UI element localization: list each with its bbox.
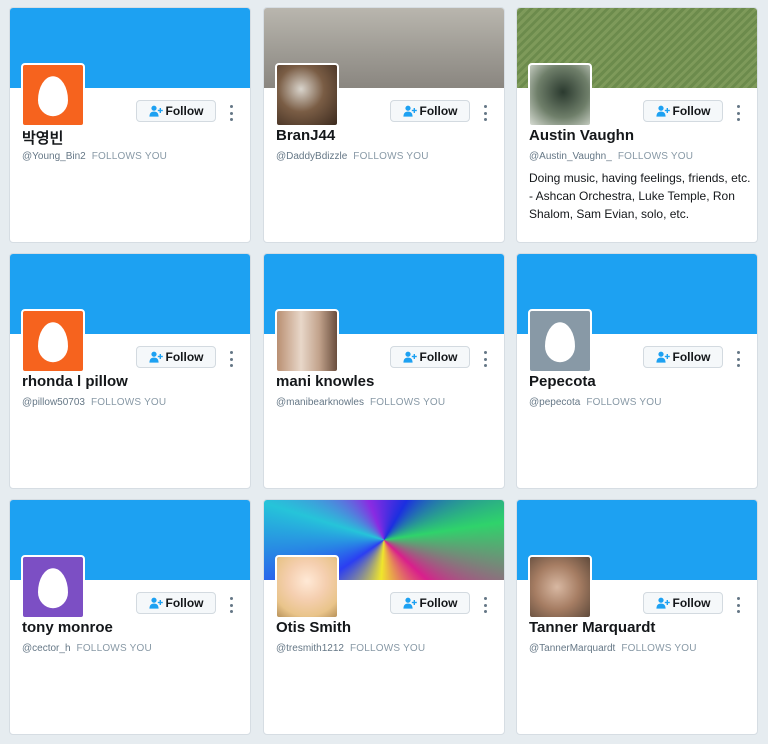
default-egg-icon bbox=[545, 322, 575, 363]
profile-avatar[interactable] bbox=[528, 309, 592, 373]
profile-avatar[interactable] bbox=[528, 63, 592, 127]
follow-person-plus-icon bbox=[148, 105, 163, 117]
profile-bio: Doing music, having feelings, friends, e… bbox=[529, 171, 751, 221]
profile-handle-line: @Young_Bin2 FOLLOWS YOU bbox=[22, 151, 167, 162]
profile-name[interactable]: Austin Vaughn bbox=[529, 127, 634, 144]
follow-person-plus-icon bbox=[148, 597, 163, 609]
profile-handle[interactable]: @DaddyBdizzle bbox=[276, 151, 347, 162]
profile-name[interactable]: BranJ44 bbox=[276, 127, 335, 144]
default-egg-icon bbox=[38, 322, 68, 363]
follows-you-badge: FOLLOWS YOU bbox=[369, 397, 446, 408]
more-options-icon[interactable] bbox=[735, 351, 741, 367]
more-options-icon[interactable] bbox=[228, 597, 234, 613]
default-egg-icon bbox=[38, 76, 68, 117]
follow-person-plus-icon bbox=[402, 105, 417, 117]
more-options-icon[interactable] bbox=[482, 105, 488, 121]
follow-button[interactable]: Follow bbox=[390, 346, 470, 368]
profile-handle[interactable]: @Austin_Vaughn_ bbox=[529, 151, 612, 162]
follow-person-plus-icon bbox=[402, 351, 417, 363]
profile-handle-line: @cector_h FOLLOWS YOU bbox=[22, 643, 152, 654]
follow-person-plus-icon bbox=[655, 597, 670, 609]
follow-button[interactable]: Follow bbox=[136, 346, 216, 368]
profile-avatar[interactable] bbox=[275, 63, 339, 127]
follows-you-badge: FOLLOWS YOU bbox=[586, 397, 662, 408]
profile-name[interactable]: Pepecota bbox=[529, 373, 596, 390]
follow-button[interactable]: Follow bbox=[136, 100, 216, 122]
profile-handle[interactable]: @TannerMarquardt bbox=[529, 643, 615, 654]
follow-button-label: Follow bbox=[419, 104, 458, 118]
profile-handle[interactable]: @tresmith1212 bbox=[276, 643, 344, 654]
profile-card[interactable]: Follow 박영빈 @Young_Bin2 FOLLOWS YOU bbox=[9, 7, 251, 243]
follow-button[interactable]: Follow bbox=[390, 100, 470, 122]
default-egg-icon bbox=[38, 568, 68, 609]
more-options-icon[interactable] bbox=[735, 597, 741, 613]
follows-you-badge: FOLLOWS YOU bbox=[90, 397, 167, 408]
follow-button[interactable]: Follow bbox=[390, 592, 470, 614]
profile-handle[interactable]: @cector_h bbox=[22, 643, 71, 654]
profile-handle-line: @tresmith1212 FOLLOWS YOU bbox=[276, 643, 425, 654]
more-options-icon[interactable] bbox=[482, 597, 488, 613]
profile-handle[interactable]: @Young_Bin2 bbox=[22, 151, 86, 162]
profile-handle-line: @manibearknowles FOLLOWS YOU bbox=[276, 397, 445, 408]
follow-person-plus-icon bbox=[402, 597, 417, 609]
profile-name[interactable]: Tanner Marquardt bbox=[529, 619, 655, 636]
profile-handle[interactable]: @pepecota bbox=[529, 397, 580, 408]
profile-avatar[interactable] bbox=[21, 63, 85, 127]
profile-handle[interactable]: @pillow50703 bbox=[22, 397, 85, 408]
profile-handle-line: @Austin_Vaughn_ FOLLOWS YOU bbox=[529, 151, 693, 162]
profile-avatar[interactable] bbox=[275, 555, 339, 619]
profile-card[interactable]: Follow tony monroe @cector_h FOLLOWS YOU bbox=[9, 499, 251, 735]
profile-card[interactable]: Follow rhonda l pillow @pillow50703 FOLLOWS… bbox=[9, 253, 251, 489]
profile-card[interactable]: Follow Austin Vaughn @Austin_Vaughn_ FOLLOW… bbox=[516, 7, 758, 243]
follows-you-badge: FOLLOWS YOU bbox=[91, 151, 168, 162]
follow-button[interactable]: Follow bbox=[643, 592, 723, 614]
follows-you-badge: FOLLOWS YOU bbox=[76, 643, 152, 654]
follows-you-badge: FOLLOWS YOU bbox=[621, 643, 697, 654]
more-options-icon[interactable] bbox=[228, 351, 234, 367]
follow-button-label: Follow bbox=[165, 596, 204, 610]
follow-person-plus-icon bbox=[148, 351, 163, 363]
follow-person-plus-icon bbox=[655, 351, 670, 363]
follow-button-label: Follow bbox=[672, 596, 711, 610]
profile-name[interactable]: 박영빈 bbox=[22, 127, 63, 148]
follow-button-label: Follow bbox=[672, 104, 711, 118]
follow-button[interactable]: Follow bbox=[136, 592, 216, 614]
profile-card[interactable]: Follow mani knowles @manibearknowles FOLLOW… bbox=[263, 253, 505, 489]
profile-name[interactable]: mani knowles bbox=[276, 373, 374, 390]
follow-button[interactable]: Follow bbox=[643, 100, 723, 122]
profile-avatar[interactable] bbox=[21, 309, 85, 373]
follow-button-label: Follow bbox=[165, 104, 204, 118]
more-options-icon[interactable] bbox=[228, 105, 234, 121]
profile-card[interactable]: Follow Tanner Marquardt @TannerMarquardt FO… bbox=[516, 499, 758, 735]
profile-handle-line: @pillow50703 FOLLOWS YOU bbox=[22, 397, 166, 408]
follow-button[interactable]: Follow bbox=[643, 346, 723, 368]
profile-handle-line: @DaddyBdizzle FOLLOWS YOU bbox=[276, 151, 429, 162]
profile-handle[interactable]: @manibearknowles bbox=[276, 397, 364, 408]
profile-handle-line: @pepecota FOLLOWS YOU bbox=[529, 397, 662, 408]
profile-handle-line: @TannerMarquardt FOLLOWS YOU bbox=[529, 643, 697, 654]
follow-button-label: Follow bbox=[672, 350, 711, 364]
profile-avatar[interactable] bbox=[21, 555, 85, 619]
follows-you-badge: FOLLOWS YOU bbox=[349, 643, 426, 654]
profile-card[interactable]: Follow BranJ44 @DaddyBdizzle FOLLOWS YOU bbox=[263, 7, 505, 243]
profile-avatar[interactable] bbox=[275, 309, 339, 373]
profile-name[interactable]: rhonda l pillow bbox=[22, 373, 128, 390]
more-options-icon[interactable] bbox=[735, 105, 741, 121]
follows-you-badge: FOLLOWS YOU bbox=[353, 151, 429, 162]
profile-name[interactable]: tony monroe bbox=[22, 619, 113, 636]
profile-card[interactable]: Follow Pepecota @pepecota FOLLOWS YOU bbox=[516, 253, 758, 489]
profile-card[interactable]: Follow Otis Smith @tresmith1212 FOLLOWS YOU bbox=[263, 499, 505, 735]
profile-name[interactable]: Otis Smith bbox=[276, 619, 351, 636]
follow-button-label: Follow bbox=[419, 350, 458, 364]
follow-button-label: Follow bbox=[419, 596, 458, 610]
follows-you-badge: FOLLOWS YOU bbox=[617, 151, 694, 162]
profile-avatar[interactable] bbox=[528, 555, 592, 619]
more-options-icon[interactable] bbox=[482, 351, 488, 367]
follow-button-label: Follow bbox=[165, 350, 204, 364]
follow-person-plus-icon bbox=[655, 105, 670, 117]
